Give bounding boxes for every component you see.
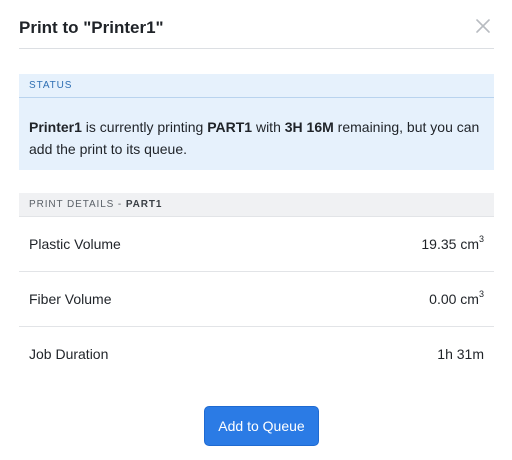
print-details-part: PART1 [125,199,163,210]
detail-row-job-duration: Job Duration 1h 31m [19,327,494,382]
detail-value: 1h 31m [437,346,484,362]
status-text-2: with [252,119,285,135]
print-details-panel: PRINT DETAILS - PART1 Plastic Volume 19.… [19,193,494,382]
detail-value-text: 1h 31m [437,346,484,362]
detail-label: Plastic Volume [29,236,121,252]
status-part-name: PART1 [207,119,253,135]
detail-value-text: 19.35 cm [421,236,479,252]
status-panel: STATUS Printer1 is currently printing PA… [19,74,494,170]
detail-value-text: 0.00 cm [429,291,479,307]
detail-row-plastic-volume: Plastic Volume 19.35 cm3 [19,217,494,272]
detail-value-superscript: 3 [478,234,484,245]
status-heading: STATUS [19,74,494,98]
print-details-heading: PRINT DETAILS - PART1 [19,193,494,217]
detail-value-superscript: 3 [478,289,484,300]
status-remaining-time: 3H 16M [284,119,334,135]
status-message: Printer1 is currently printing PART1 wit… [19,98,494,160]
detail-row-fiber-volume: Fiber Volume 0.00 cm3 [19,272,494,327]
detail-value: 19.35 cm3 [421,234,484,252]
print-dialog: Print to "Printer1" STATUS Printer1 is c… [0,0,512,460]
close-icon[interactable] [474,17,492,35]
print-details-heading-label: PRINT DETAILS - [29,199,126,210]
status-printer-name: Printer1 [29,119,82,135]
status-text-1: is currently printing [81,119,208,135]
dialog-title: Print to "Printer1" [19,18,164,37]
detail-value: 0.00 cm3 [429,289,484,307]
detail-label: Fiber Volume [29,291,112,307]
detail-label: Job Duration [29,346,109,362]
dialog-header: Print to "Printer1" [19,0,494,49]
add-to-queue-button[interactable]: Add to Queue [204,406,319,446]
